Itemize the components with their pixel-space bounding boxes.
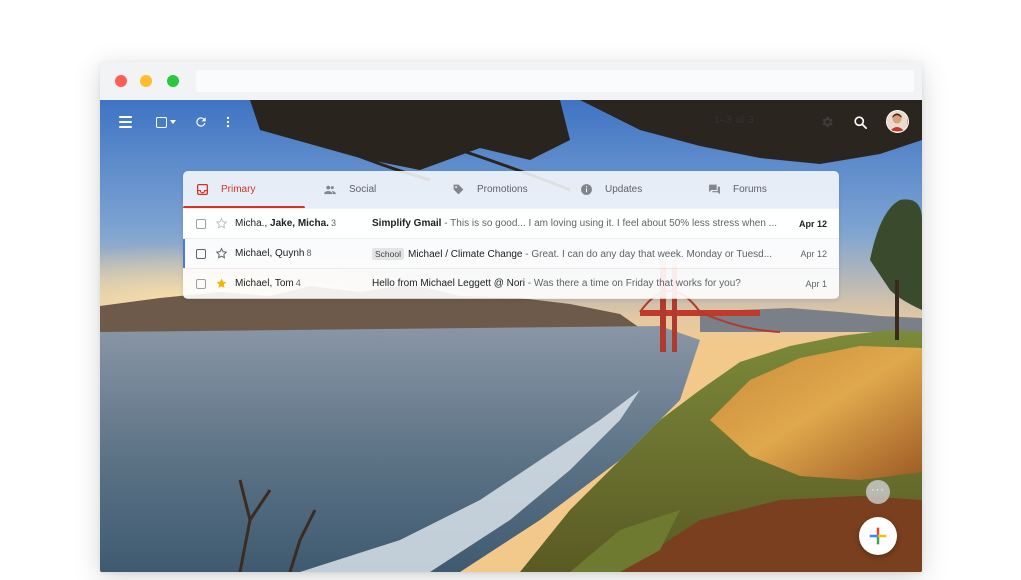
row-checkbox[interactable] <box>196 278 206 289</box>
minimize-window-button[interactable] <box>140 75 152 87</box>
hamburger-menu-icon[interactable] <box>116 112 136 132</box>
email-sender: Michael, Quynh 8 <box>235 248 365 259</box>
tab-forums[interactable]: Forums <box>695 171 823 208</box>
star-outline-icon[interactable] <box>214 217 228 231</box>
email-row[interactable]: Michael, Tom 4 Hello from Michael Leggett… <box>183 268 839 298</box>
star-filled-icon[interactable] <box>214 277 228 291</box>
email-subject: Michael / Climate Change <box>408 248 523 260</box>
search-icon[interactable] <box>850 112 870 132</box>
email-subject: Simplify Gmail <box>372 218 442 229</box>
select-checkbox-icon[interactable] <box>152 112 180 132</box>
sender-name-unread: Jake, Micha. <box>270 218 329 229</box>
more-horiz-icon: ··· <box>871 483 885 496</box>
tab-updates[interactable]: Updates <box>567 171 695 208</box>
gmail-toolbar: 1–3 of 3 <box>100 100 922 144</box>
compose-button[interactable] <box>859 517 897 555</box>
email-subject: Hello from Michael Leggett @ Nori <box>372 278 525 289</box>
tab-label: Social <box>349 184 377 195</box>
tab-label: Updates <box>605 184 643 195</box>
row-checkbox[interactable] <box>196 248 206 259</box>
tab-label: Promotions <box>477 184 528 195</box>
more-options-button[interactable]: ··· <box>866 480 890 504</box>
tab-social[interactable]: Social <box>311 171 439 208</box>
email-sender: Micha., Jake, Micha. 3 <box>235 218 365 229</box>
more-vert-icon[interactable] <box>218 112 238 132</box>
email-content: Simplify Gmail - This is so good... I am… <box>372 218 777 229</box>
close-window-button[interactable] <box>115 75 127 87</box>
email-date: Apr 12 <box>800 248 827 259</box>
tag-icon <box>451 183 465 197</box>
sender-name: Micha., <box>235 218 271 229</box>
browser-chrome <box>100 62 922 100</box>
thread-count: 4 <box>295 278 301 288</box>
email-snippet: - Was there a time on Friday that works … <box>525 278 741 289</box>
email-list: Micha., Jake, Micha. 3 Simplify Gmail - T… <box>183 208 839 298</box>
address-bar[interactable] <box>196 70 914 92</box>
email-row[interactable]: Micha., Jake, Micha. 3 Simplify Gmail - T… <box>183 208 839 238</box>
plus-icon <box>869 527 887 545</box>
info-icon <box>579 183 593 197</box>
label-chip[interactable]: School <box>372 247 404 260</box>
row-checkbox[interactable] <box>196 218 206 229</box>
avatar[interactable] <box>886 110 909 133</box>
inbox-icon <box>195 183 209 197</box>
email-date: Apr 12 <box>798 218 827 229</box>
thread-count: 3 <box>330 218 336 228</box>
maximize-window-button[interactable] <box>167 75 179 87</box>
forum-icon <box>707 183 721 197</box>
email-content: Hello from Michael Leggett @ Nori - Was … <box>372 278 777 289</box>
sender-name: Michael, Tom <box>235 278 294 289</box>
star-outline-icon[interactable] <box>214 247 228 261</box>
tab-promotions[interactable]: Promotions <box>439 171 567 208</box>
email-date: Apr 1 <box>805 278 827 289</box>
inbox-tabs: Primary Social Promotions Updates Forums <box>183 171 839 208</box>
email-sender: Michael, Tom 4 <box>235 278 365 289</box>
browser-window: 1–3 of 3 Primary Social Promotions Updat… <box>100 62 922 572</box>
settings-icon[interactable] <box>817 112 837 132</box>
tab-label: Forums <box>733 184 767 195</box>
people-icon <box>323 183 337 197</box>
email-content: School Michael / Climate Change - Great. … <box>372 247 777 260</box>
inbox-panel: Primary Social Promotions Updates Forums… <box>183 171 839 299</box>
tab-primary[interactable]: Primary <box>183 171 311 208</box>
email-snippet: - This is so good... I am loving using i… <box>441 218 777 229</box>
page-count: 1–3 of 3 <box>714 115 755 126</box>
sender-name: Michael, Quynh <box>235 248 305 259</box>
email-snippet: - Great. I can do any day that week. Mon… <box>522 248 773 260</box>
email-row[interactable]: Michael, Quynh 8 School Michael / Climate … <box>183 238 839 268</box>
refresh-icon[interactable] <box>191 112 211 132</box>
gmail-viewport: 1–3 of 3 Primary Social Promotions Updat… <box>100 100 922 572</box>
thread-count: 8 <box>306 248 312 258</box>
chevron-down-icon <box>170 120 176 124</box>
tab-label: Primary <box>221 184 256 195</box>
